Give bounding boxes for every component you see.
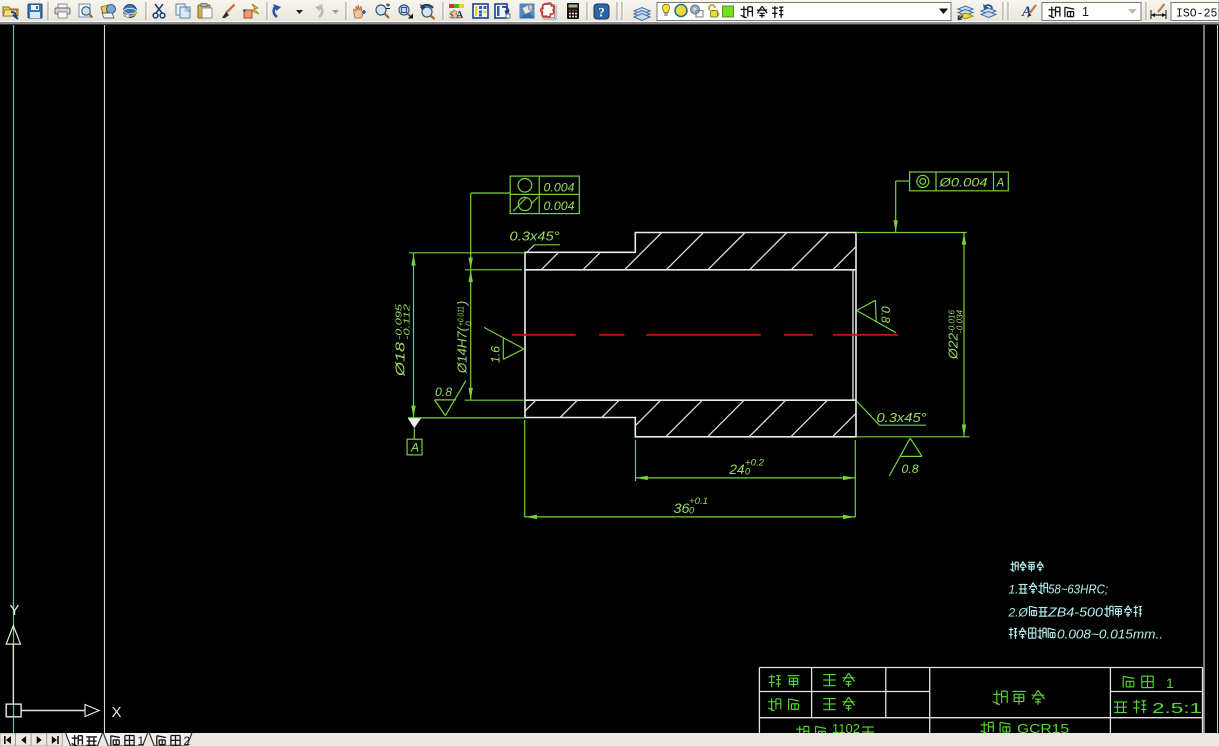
svg-text:Y: Y <box>10 602 20 619</box>
svg-text:?: ? <box>598 5 605 20</box>
svg-text:Ø22: Ø22 <box>946 332 961 360</box>
svg-text:2: 2 <box>184 734 191 746</box>
svg-text:1.6: 1.6 <box>489 346 503 363</box>
svg-text:Ø0.004: Ø0.004 <box>938 177 987 189</box>
svg-text:Ø14H7(: Ø14H7( <box>455 325 470 374</box>
svg-text:2.5:1: 2.5:1 <box>1152 700 1202 717</box>
svg-text:0.004: 0.004 <box>544 201 575 213</box>
svg-text:0.8: 0.8 <box>902 462 919 476</box>
svg-text:A: A <box>410 441 419 455</box>
svg-text:0.8: 0.8 <box>435 385 452 399</box>
svg-text:GCR15: GCR15 <box>1017 721 1069 733</box>
svg-text:0: 0 <box>689 506 694 516</box>
svg-text:-0.034: -0.034 <box>955 310 965 333</box>
svg-text:1: 1 <box>138 734 145 746</box>
svg-text:1: 1 <box>1166 675 1174 691</box>
svg-text:0: 0 <box>745 467 750 477</box>
svg-text:ISO-25: ISO-25 <box>1176 8 1218 21</box>
svg-text:0.3x45°: 0.3x45° <box>877 410 927 425</box>
svg-text:0: 0 <box>464 321 474 326</box>
svg-text:-0.112: -0.112 <box>402 304 412 340</box>
svg-text:A: A <box>456 10 464 21</box>
svg-text:1102: 1102 <box>832 721 860 733</box>
svg-text:S: S <box>449 10 454 20</box>
svg-text:Ø18: Ø18 <box>393 341 408 377</box>
svg-text:0.008~0.015mm..: 0.008~0.015mm.. <box>1057 627 1163 642</box>
svg-text:A: A <box>996 177 1005 189</box>
svg-text:1: 1 <box>1082 5 1089 19</box>
svg-text:36: 36 <box>674 501 691 516</box>
svg-text:X: X <box>112 704 122 721</box>
svg-text:0.3x45°: 0.3x45° <box>510 229 560 244</box>
svg-text:24: 24 <box>729 462 745 477</box>
svg-text:ZB4-500: ZB4-500 <box>1047 605 1104 620</box>
svg-text:+0.1: +0.1 <box>689 496 708 506</box>
svg-text:1.: 1. <box>1009 583 1019 597</box>
svg-text:58~63HRC;: 58~63HRC; <box>1048 582 1108 597</box>
svg-text:2.Ø: 2.Ø <box>1008 606 1029 620</box>
svg-text:0.004: 0.004 <box>544 182 575 194</box>
svg-text:0.8: 0.8 <box>879 306 893 323</box>
